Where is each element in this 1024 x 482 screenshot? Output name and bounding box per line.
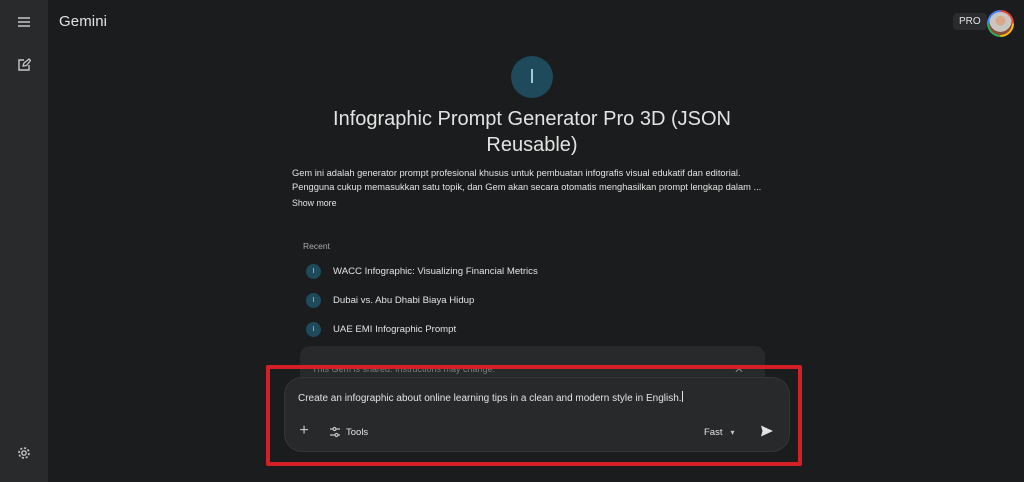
gem-icon: I bbox=[306, 292, 321, 308]
recent-heading: Recent bbox=[303, 241, 330, 251]
gem-icon: I bbox=[306, 263, 321, 279]
avatar-photo bbox=[989, 12, 1012, 35]
gem-title: Infographic Prompt Generator Pro 3D (JSO… bbox=[333, 108, 731, 156]
gem-description-line: Gem ini adalah generator prompt profesio… bbox=[292, 168, 741, 178]
gem-description: Gem ini adalah generator prompt profesio… bbox=[292, 166, 772, 194]
avatar[interactable] bbox=[987, 10, 1014, 37]
recent-item-label: Dubai vs. Abu Dhabi Biaya Hidup bbox=[333, 294, 475, 306]
recent-item[interactable]: I Dubai vs. Abu Dhabi Biaya Hidup bbox=[300, 288, 600, 312]
menu-icon[interactable] bbox=[12, 10, 36, 34]
app-title[interactable]: Gemini bbox=[59, 13, 107, 30]
recent-item-label: UAE EMI Infographic Prompt bbox=[333, 323, 457, 335]
gem-icon: I bbox=[306, 321, 321, 337]
pro-badge[interactable]: PRO bbox=[953, 13, 987, 30]
recent-item[interactable]: I WACC Infographic: Visualizing Financia… bbox=[300, 259, 600, 283]
side-rail bbox=[0, 0, 48, 482]
recent-item[interactable]: I UAE EMI Infographic Prompt bbox=[300, 317, 600, 341]
show-more-link[interactable]: Show more bbox=[292, 198, 337, 208]
edit-icon[interactable] bbox=[12, 53, 36, 77]
gem-description-line: Pengguna cukup memasukkan satu topik, da… bbox=[292, 182, 762, 192]
gear-icon[interactable] bbox=[12, 441, 36, 465]
gem-avatar: I bbox=[511, 56, 553, 98]
recent-item-label: WACC Infographic: Visualizing Financial … bbox=[333, 265, 538, 277]
highlight-box bbox=[266, 365, 802, 466]
